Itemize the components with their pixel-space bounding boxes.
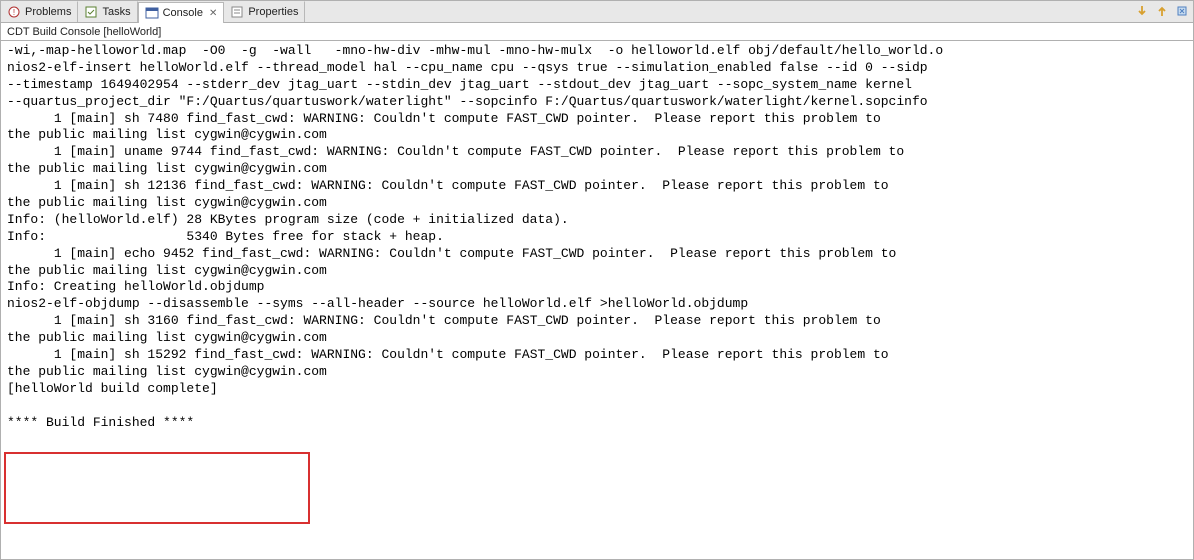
tab-label: Tasks	[102, 6, 130, 18]
properties-icon	[230, 5, 244, 19]
tab-label: Properties	[248, 6, 298, 18]
tab-label: Problems	[25, 6, 71, 18]
tab-problems[interactable]: ! Problems	[1, 1, 78, 22]
arrow-up-icon[interactable]	[1154, 3, 1170, 19]
problems-icon: !	[7, 5, 21, 19]
tab-properties[interactable]: Properties	[224, 1, 305, 22]
console-output[interactable]: -wi,-map-helloworld.map -O0 -g -wall -mn…	[1, 41, 1193, 559]
close-icon[interactable]: ✕	[209, 8, 217, 19]
tab-tasks[interactable]: Tasks	[78, 1, 137, 22]
tab-console[interactable]: Console ✕	[138, 2, 225, 23]
tab-label: Console	[163, 7, 203, 19]
tab-bar: ! Problems Tasks Console ✕ Properties	[1, 1, 1193, 23]
console-icon	[145, 6, 159, 20]
svg-text:!: !	[13, 8, 15, 17]
tasks-icon	[84, 5, 98, 19]
console-title: CDT Build Console [helloWorld]	[1, 23, 1193, 41]
arrow-down-icon[interactable]	[1134, 3, 1150, 19]
pin-icon[interactable]	[1174, 3, 1190, 19]
toolbar	[1134, 3, 1190, 19]
